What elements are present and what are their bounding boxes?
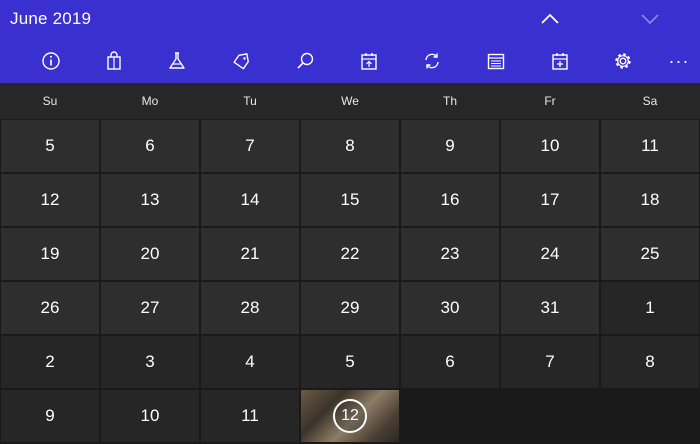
today-indicator: 12 bbox=[333, 399, 367, 433]
shopping-bag-icon bbox=[107, 51, 121, 70]
tag-button[interactable] bbox=[226, 46, 256, 76]
day-cell[interactable]: 14 bbox=[201, 174, 299, 226]
day-cell[interactable]: 21 bbox=[201, 228, 299, 280]
next-month-button[interactable] bbox=[635, 6, 665, 32]
more-button[interactable]: ··· bbox=[664, 46, 694, 76]
day-cell[interactable]: 27 bbox=[101, 282, 199, 334]
month-grid: 5 6 7 8 9 10 11 12 13 14 15 16 17 18 19 … bbox=[0, 119, 700, 444]
more-icon: ··· bbox=[668, 51, 690, 71]
day-cell-next-month[interactable]: 11 bbox=[201, 390, 299, 442]
weekday-label: Fr bbox=[544, 94, 556, 108]
calendar-upload-icon bbox=[361, 53, 377, 70]
weekday-label: We bbox=[341, 94, 359, 108]
weekday-label: Th bbox=[442, 94, 457, 108]
day-cell[interactable]: 7 bbox=[201, 120, 299, 172]
weekday-header: Su Mo Tu We Th Fr Sa bbox=[0, 83, 700, 119]
day-cell[interactable]: 20 bbox=[101, 228, 199, 280]
day-cell[interactable]: 12 bbox=[1, 174, 99, 226]
month-title: June 2019 bbox=[10, 9, 92, 28]
day-cell[interactable]: 8 bbox=[301, 120, 399, 172]
day-cell[interactable]: 18 bbox=[601, 174, 699, 226]
export-calendar-button[interactable] bbox=[354, 46, 384, 76]
day-cell[interactable]: 29 bbox=[301, 282, 399, 334]
agenda-button[interactable] bbox=[481, 46, 511, 76]
info-icon bbox=[42, 52, 60, 70]
weekday-label: Mo bbox=[141, 94, 159, 108]
day-cell-next-month[interactable]: 4 bbox=[201, 336, 299, 388]
day-cell-next-month[interactable]: 2 bbox=[1, 336, 99, 388]
day-cell-next-month[interactable]: 10 bbox=[101, 390, 199, 442]
gear-icon bbox=[615, 53, 631, 69]
calendar-add-icon bbox=[552, 53, 568, 70]
chevron-down-icon bbox=[641, 14, 659, 25]
day-cell[interactable]: 22 bbox=[301, 228, 399, 280]
flask-button[interactable] bbox=[162, 46, 192, 76]
day-cell[interactable]: 11 bbox=[601, 120, 699, 172]
info-button[interactable] bbox=[36, 46, 66, 76]
calendar-list-icon bbox=[487, 53, 505, 70]
day-cell-next-month[interactable]: 9 bbox=[1, 390, 99, 442]
add-event-button[interactable] bbox=[545, 46, 575, 76]
previous-month-button[interactable] bbox=[535, 6, 565, 32]
sync-icon bbox=[425, 53, 439, 69]
day-cell[interactable]: 15 bbox=[301, 174, 399, 226]
day-cell-next-month[interactable]: 1 bbox=[601, 282, 699, 334]
day-cell[interactable]: 31 bbox=[501, 282, 599, 334]
day-cell-next-month[interactable]: 5 bbox=[301, 336, 399, 388]
day-cell-next-month[interactable]: 8 bbox=[601, 336, 699, 388]
day-cell-next-month[interactable]: 3 bbox=[101, 336, 199, 388]
weekday-label: Su bbox=[42, 94, 58, 108]
flask-icon bbox=[169, 52, 185, 69]
day-cell[interactable]: 25 bbox=[601, 228, 699, 280]
search-icon bbox=[297, 52, 314, 69]
day-cell[interactable]: 13 bbox=[101, 174, 199, 226]
today-cell[interactable]: 12 bbox=[301, 390, 399, 442]
day-cell[interactable]: 16 bbox=[401, 174, 499, 226]
day-cell[interactable]: 23 bbox=[401, 228, 499, 280]
day-cell[interactable]: 5 bbox=[1, 120, 99, 172]
day-cell-next-month[interactable]: 6 bbox=[401, 336, 499, 388]
sync-button[interactable] bbox=[417, 46, 447, 76]
weekday-label: Sa bbox=[642, 94, 658, 108]
day-cell[interactable]: 19 bbox=[1, 228, 99, 280]
day-cell[interactable]: 30 bbox=[401, 282, 499, 334]
day-cell[interactable]: 17 bbox=[501, 174, 599, 226]
chevron-up-icon bbox=[541, 13, 559, 24]
settings-button[interactable] bbox=[608, 46, 638, 76]
title-bar: June 2019 bbox=[0, 0, 700, 38]
weekday-label: Tu bbox=[243, 94, 257, 108]
day-cell[interactable]: 10 bbox=[501, 120, 599, 172]
day-cell[interactable]: 6 bbox=[101, 120, 199, 172]
tag-icon bbox=[233, 53, 249, 70]
day-cell[interactable]: 9 bbox=[401, 120, 499, 172]
search-button[interactable] bbox=[290, 46, 320, 76]
toolbar: ··· bbox=[0, 38, 700, 83]
day-cell[interactable]: 24 bbox=[501, 228, 599, 280]
shopping-bag-button[interactable] bbox=[99, 46, 129, 76]
day-cell[interactable]: 28 bbox=[201, 282, 299, 334]
day-cell-next-month[interactable]: 7 bbox=[501, 336, 599, 388]
day-cell[interactable]: 26 bbox=[1, 282, 99, 334]
